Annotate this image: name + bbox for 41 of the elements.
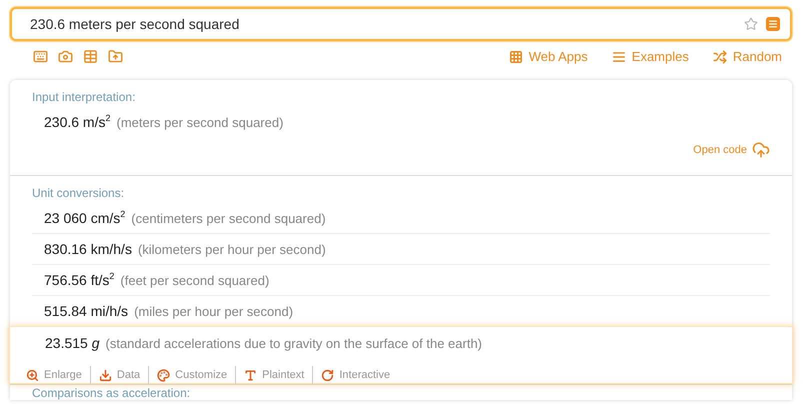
pod-title: Input interpretation: xyxy=(32,91,136,104)
menu-icon xyxy=(612,50,626,64)
result-description: (kilometers per hour per second) xyxy=(138,241,326,259)
grid-icon xyxy=(508,50,523,64)
nav-link[interactable]: Web Apps xyxy=(508,49,588,64)
result-value: 756.56 ft/s$^{2}$ xyxy=(44,270,114,290)
result-value: 23.515 g xyxy=(45,334,100,353)
row-action[interactable]: Customize xyxy=(148,366,236,384)
download-icon xyxy=(98,368,112,382)
row-action[interactable]: Enlarge xyxy=(18,366,90,384)
result-description: (standard accelerations due to gravity on the surface of the earth) xyxy=(106,335,482,353)
nav-link[interactable]: Examples xyxy=(612,49,689,64)
result-description: (centimeters per second squared) xyxy=(131,210,326,228)
search-field[interactable]: 230.6 meters per second squared xyxy=(10,7,792,41)
table-icon[interactable] xyxy=(83,49,98,64)
row-action[interactable]: Data xyxy=(90,366,148,384)
result-value: 830.16 km/h/s xyxy=(44,240,132,259)
shuffle-icon xyxy=(712,50,727,64)
result-value: 515.84 mi/h/s xyxy=(44,302,128,321)
pod-title: Comparisons as acceleration: xyxy=(32,387,192,400)
star-icon[interactable] xyxy=(744,17,758,31)
cloud-arrow-icon xyxy=(752,141,770,159)
result-value: 230.6 m/s$^{2}$ xyxy=(44,112,110,132)
folder-upload-icon[interactable] xyxy=(108,49,123,64)
open-code-link[interactable]: Open code xyxy=(693,141,770,159)
pod-title: Unit conversions: xyxy=(32,187,126,200)
result-value: 23 060 cm/s$^{2}$ xyxy=(44,208,126,228)
rotate-icon xyxy=(321,368,334,382)
palette-icon xyxy=(157,368,170,382)
nav-link[interactable]: Random xyxy=(712,49,782,64)
search-input[interactable]: 230.6 meters per second squared xyxy=(30,16,736,32)
zoom-in-icon xyxy=(26,368,39,382)
result-description: (meters per second squared) xyxy=(116,114,284,132)
row-action[interactable]: Plaintext xyxy=(235,366,312,384)
menu-icon[interactable] xyxy=(766,17,780,31)
row-action[interactable]: Interactive xyxy=(312,366,398,384)
letter-icon xyxy=(244,368,258,382)
keyboard-icon[interactable] xyxy=(33,49,48,64)
result-description: (miles per hour per second) xyxy=(134,303,294,321)
result-description: (feet per second squared) xyxy=(120,272,270,290)
camera-icon[interactable] xyxy=(58,49,73,64)
